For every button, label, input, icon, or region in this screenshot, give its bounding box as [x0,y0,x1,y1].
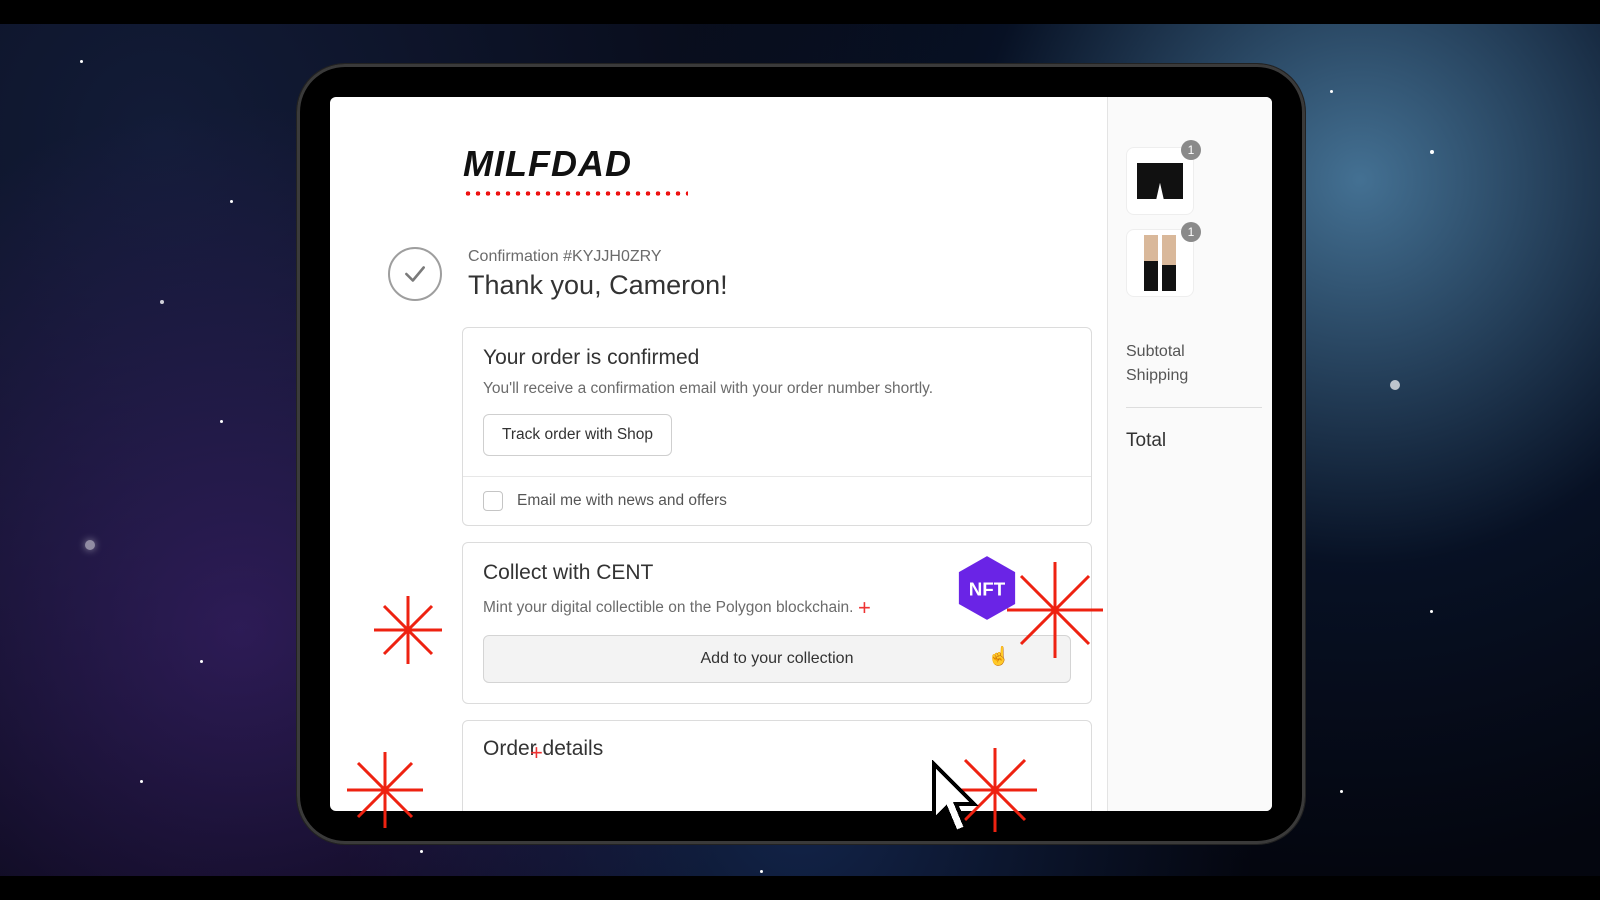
boxers-icon [1137,163,1183,199]
subtotal-label: Subtotal [1126,343,1262,361]
summary-divider [1126,407,1262,408]
order-details-title: Order details [483,737,1071,761]
nft-hex-icon: NFT [957,554,1017,622]
store-logo: MILFDAD [463,143,1107,199]
socks-icon [1140,235,1180,291]
newsletter-label: Email me with news and offers [517,492,727,510]
shipping-label: Shipping [1126,367,1262,385]
letterbox-top [0,0,1600,24]
add-to-collection-label: Add to your collection [701,650,854,667]
pixel-cursor-icon [930,760,986,845]
main-column: MILFDAD Confirmation #KYJJH0ZRY Thank yo… [330,97,1107,811]
pointer-hand-icon: ☝ [988,646,1010,667]
thank-you-heading: Thank you, Cameron! [468,270,728,301]
order-confirmed-title: Your order is confirmed [483,346,1071,370]
tablet-frame: MILFDAD Confirmation #KYJJH0ZRY Thank yo… [297,64,1305,844]
checkmark-icon [388,247,442,301]
total-label: Total [1126,430,1262,452]
track-order-button[interactable]: Track order with Shop [483,414,672,456]
add-to-collection-button[interactable]: Add to your collection ☝ [483,635,1071,683]
brand-underline-dots [463,191,688,196]
order-summary-sidebar: 1 1 Subtotal Shipping Total [1107,97,1272,811]
confirmation-number: Confirmation #KYJJH0ZRY [468,248,728,266]
brand-name: MILFDAD [463,143,1107,185]
qty-badge: 1 [1181,140,1201,160]
confirmation-header: Confirmation #KYJJH0ZRY Thank you, Camer… [388,247,1107,301]
newsletter-checkbox[interactable] [483,491,503,511]
letterbox-bottom [0,876,1600,900]
cart-item-socks[interactable]: 1 [1126,229,1194,297]
sparkle-small-icon: + [858,595,871,621]
tablet-screen: MILFDAD Confirmation #KYJJH0ZRY Thank yo… [330,97,1272,811]
qty-badge: 1 [1181,222,1201,242]
svg-text:NFT: NFT [969,579,1006,600]
cart-item-boxers[interactable]: 1 [1126,147,1194,215]
order-confirmed-body: You'll receive a confirmation email with… [483,380,1071,398]
order-confirmed-card: Your order is confirmed You'll receive a… [462,327,1092,526]
sparkle-small-icon: + [530,740,543,766]
newsletter-row[interactable]: Email me with news and offers [463,476,1091,525]
order-details-card: Order details [462,720,1092,811]
